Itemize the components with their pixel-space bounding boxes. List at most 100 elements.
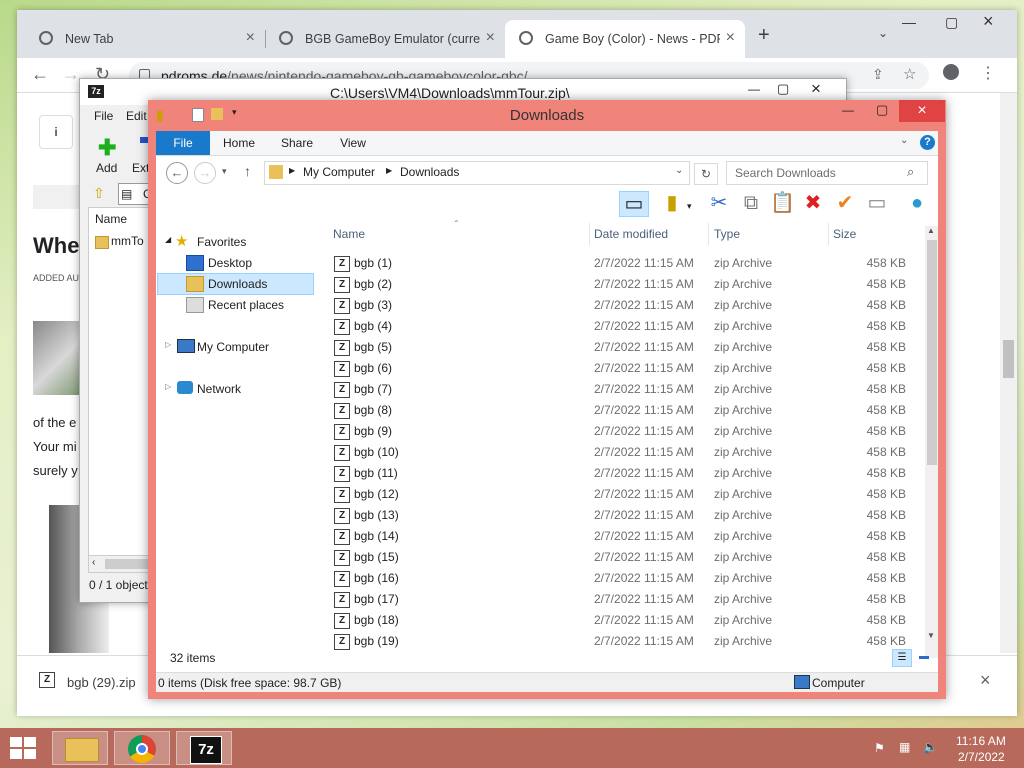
info-icon[interactable]: i: [39, 115, 73, 149]
file-row[interactable]: Zbgb (11) 2/7/2022 11:15 AM zip Archive 458…: [332, 463, 914, 484]
volume-muted-icon[interactable]: 🔈: [923, 740, 938, 754]
file-row[interactable]: Zbgb (8) 2/7/2022 11:15 AM zip Archive 458 …: [332, 400, 914, 421]
action-center-flag-icon[interactable]: ⚑: [874, 741, 885, 755]
file-name: bgb (14): [354, 529, 399, 543]
close-tab-icon[interactable]: ×: [246, 29, 255, 47]
file-size: 458 KB: [866, 592, 906, 606]
minimize-button[interactable]: —: [748, 82, 760, 96]
close-tab-icon[interactable]: ×: [486, 29, 495, 47]
forward-arrow-icon[interactable]: →: [62, 64, 80, 85]
close-tab-icon[interactable]: ×: [726, 29, 735, 47]
file-row[interactable]: Zbgb (19) 2/7/2022 11:15 AM zip Archive 458…: [332, 631, 914, 651]
maximize-button[interactable]: ▢: [945, 14, 958, 31]
clock-time[interactable]: 11:16 AM: [956, 734, 1006, 748]
file-row[interactable]: Zbgb (17) 2/7/2022 11:15 AM zip Archive 458…: [332, 589, 914, 610]
tab-search-chevron-icon[interactable]: ⌄: [878, 26, 888, 40]
tab-gameboy-news[interactable]: Game Boy (Color) - News - PDRo ×: [505, 20, 745, 58]
scrollbar-thumb[interactable]: [105, 559, 149, 569]
file-name: bgb (19): [354, 634, 399, 648]
taskbar-file-explorer[interactable]: [52, 731, 108, 765]
archive-item-name[interactable]: mmTo: [111, 234, 144, 248]
file-row[interactable]: Zbgb (16) 2/7/2022 11:15 AM zip Archive 458…: [332, 568, 914, 589]
file-date-modified: 2/7/2022 11:15 AM: [594, 382, 694, 396]
scroll-left-arrow-icon[interactable]: ‹: [92, 557, 95, 568]
maximize-button[interactable]: ▢: [876, 102, 888, 118]
status-computer: Computer: [812, 676, 865, 690]
menu-dots-icon[interactable]: ⋮: [980, 63, 996, 83]
file-row[interactable]: Zbgb (3) 2/7/2022 11:15 AM zip Archive 458 …: [332, 295, 914, 316]
file-row[interactable]: Zbgb (12) 2/7/2022 11:15 AM zip Archive 458…: [332, 484, 914, 505]
file-row[interactable]: Zbgb (7) 2/7/2022 11:15 AM zip Archive 458 …: [332, 379, 914, 400]
zip-file-icon: Z: [334, 424, 350, 440]
zip-file-icon: Z: [334, 529, 350, 545]
file-row[interactable]: Zbgb (13) 2/7/2022 11:15 AM zip Archive 458…: [332, 505, 914, 526]
file-row[interactable]: Zbgb (1) 2/7/2022 11:15 AM zip Archive 458 …: [332, 253, 914, 274]
file-row[interactable]: Zbgb (5) 2/7/2022 11:15 AM zip Archive 458 …: [332, 337, 914, 358]
close-download-bar-icon[interactable]: ×: [980, 670, 991, 691]
file-size: 458 KB: [866, 508, 906, 522]
file-row[interactable]: Zbgb (10) 2/7/2022 11:15 AM zip Archive 458…: [332, 442, 914, 463]
file-row[interactable]: Zbgb (9) 2/7/2022 11:15 AM zip Archive 458 …: [332, 421, 914, 442]
network-status-icon[interactable]: ▦: [899, 740, 910, 754]
status-disk-space: 0 items (Disk free space: 98.7 GB): [158, 676, 342, 690]
file-list-scrollbar-thumb[interactable]: [927, 240, 937, 465]
scroll-down-arrow-icon[interactable]: ▼: [927, 631, 935, 640]
menu-edit[interactable]: Edit: [126, 109, 147, 123]
folder-up-icon[interactable]: ⇧: [93, 185, 105, 202]
menu-file[interactable]: File: [94, 109, 113, 123]
close-window-button[interactable]: ×: [899, 100, 945, 122]
file-row[interactable]: Zbgb (2) 2/7/2022 11:15 AM zip Archive 458 …: [332, 274, 914, 295]
file-name: bgb (4): [354, 319, 393, 333]
bookmark-star-icon[interactable]: ☆: [903, 65, 916, 83]
share-icon[interactable]: ⇪: [872, 66, 884, 83]
sevenzip-title: C:\Users\VM4\Downloads\mmTour.zip\: [330, 85, 570, 101]
file-row[interactable]: Zbgb (18) 2/7/2022 11:15 AM zip Archive 458…: [332, 610, 914, 631]
file-row[interactable]: Zbgb (6) 2/7/2022 11:15 AM zip Archive 458 …: [332, 358, 914, 379]
zip-file-icon: Z: [334, 298, 350, 314]
minimize-button[interactable]: —: [842, 103, 854, 117]
file-date-modified: 2/7/2022 11:15 AM: [594, 592, 694, 606]
file-row[interactable]: Zbgb (14) 2/7/2022 11:15 AM zip Archive 458…: [332, 526, 914, 547]
close-window-button[interactable]: ×: [983, 11, 994, 32]
maximize-button[interactable]: ▢: [777, 81, 789, 97]
file-size: 458 KB: [866, 445, 906, 459]
clock-date[interactable]: 2/7/2022: [958, 750, 1005, 764]
file-row[interactable]: Zbgb (15) 2/7/2022 11:15 AM zip Archive 458…: [332, 547, 914, 568]
zip-file-icon: Z: [334, 592, 350, 608]
file-name: bgb (18): [354, 613, 399, 627]
file-type: zip Archive: [714, 571, 773, 585]
back-arrow-icon[interactable]: ←: [31, 64, 49, 85]
file-name: bgb (10): [354, 445, 399, 459]
taskbar-7zip[interactable]: 7z: [176, 731, 232, 765]
file-size: 458 KB: [866, 277, 906, 291]
file-name: bgb (12): [354, 487, 399, 501]
file-type: zip Archive: [714, 277, 773, 291]
file-date-modified: 2/7/2022 11:15 AM: [594, 508, 694, 522]
tab-bgb-emulator[interactable]: BGB GameBoy Emulator (current ×: [265, 20, 506, 58]
file-name: bgb (15): [354, 550, 399, 564]
details-view-icon[interactable]: ☰: [892, 649, 912, 667]
profile-avatar-icon[interactable]: [943, 64, 959, 80]
close-window-button[interactable]: ×: [811, 79, 821, 99]
new-tab-button[interactable]: +: [758, 24, 770, 47]
file-row[interactable]: Zbgb (4) 2/7/2022 11:15 AM zip Archive 458 …: [332, 316, 914, 337]
tab-new-tab[interactable]: New Tab ×: [25, 20, 266, 58]
page-scrollbar-thumb[interactable]: [1003, 340, 1014, 378]
file-name: bgb (2): [354, 277, 393, 291]
taskbar-chrome[interactable]: [114, 731, 170, 765]
globe-icon: [279, 31, 293, 45]
large-icons-view-icon[interactable]: ▬: [916, 649, 932, 665]
minimize-button[interactable]: —: [902, 14, 916, 30]
zip-file-icon: Z: [334, 403, 350, 419]
file-date-modified: 2/7/2022 11:15 AM: [594, 529, 694, 543]
file-type: zip Archive: [714, 466, 773, 480]
add-button-label[interactable]: Add: [96, 161, 117, 175]
column-name-header[interactable]: Name: [95, 212, 127, 226]
horizontal-scrollbar[interactable]: ‹: [88, 555, 152, 573]
file-date-modified: 2/7/2022 11:15 AM: [594, 319, 694, 333]
start-button[interactable]: [10, 737, 38, 759]
add-plus-icon[interactable]: ✚: [98, 135, 116, 161]
scroll-up-arrow-icon[interactable]: ▲: [927, 226, 935, 235]
explorer-window: ▮ ▾ Downloads — ▢ × File Home Share View…: [148, 100, 946, 699]
download-filename[interactable]: bgb (29).zip: [67, 675, 136, 690]
